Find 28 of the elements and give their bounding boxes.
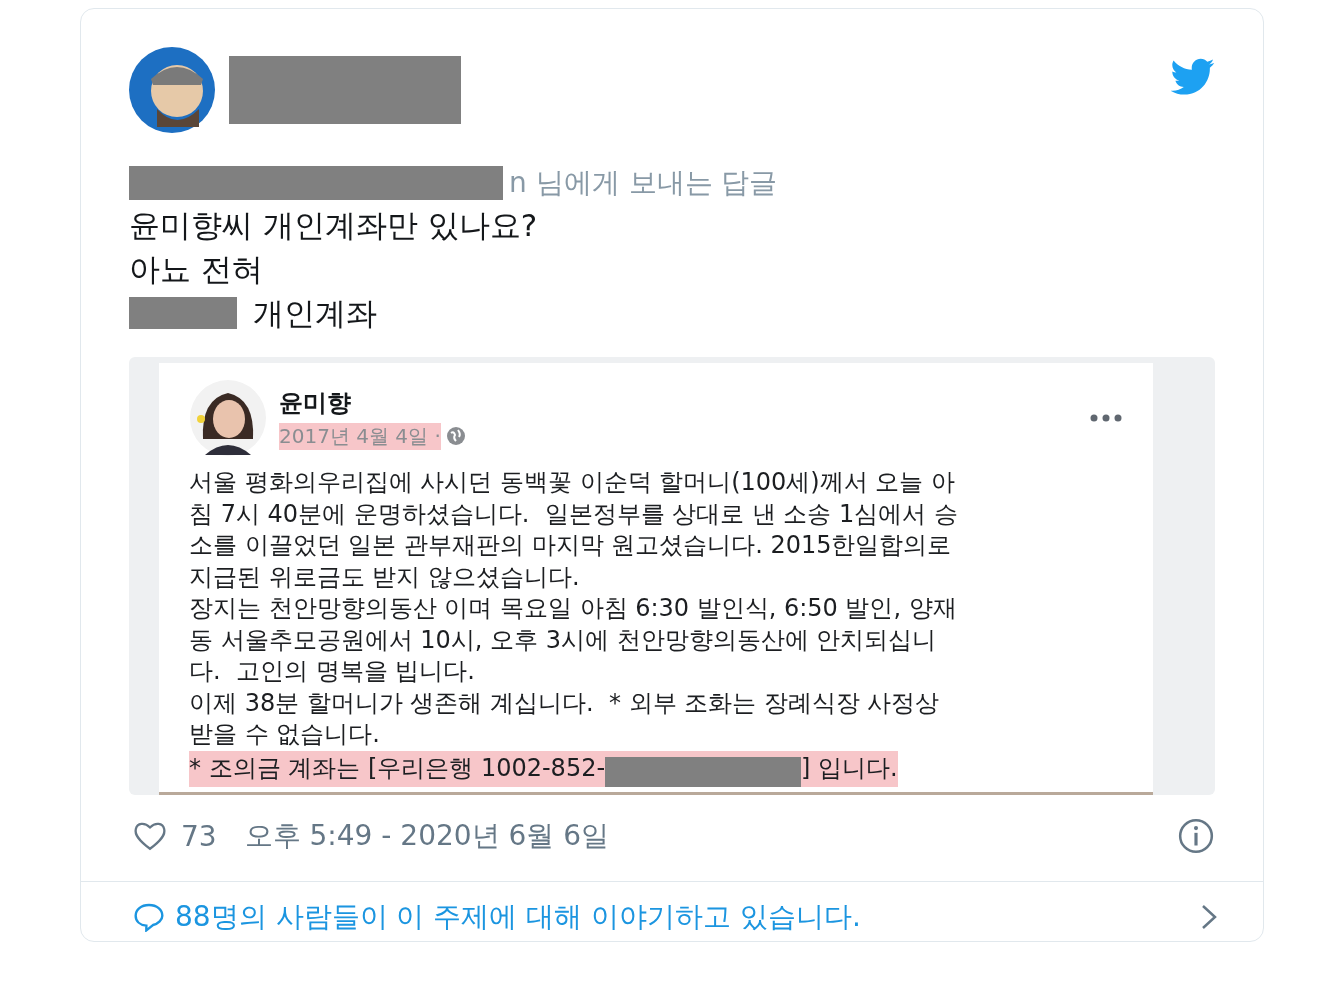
info-icon[interactable] xyxy=(1177,817,1215,855)
tweet-text: 윤미향씨 개인계좌만 있나요? xyxy=(129,206,538,245)
post-date: 2017년 4월 4일 · xyxy=(279,422,441,450)
bird-icon[interactable] xyxy=(1171,57,1215,97)
more-icon xyxy=(1089,413,1123,423)
post-text: 지급된 위로금도 받지 않으셨습니다. xyxy=(189,562,580,591)
conversation-link[interactable]: 88명의 사람들이 이 주제에 대해 이야기하고 있습니다. xyxy=(175,898,861,936)
post-author: 윤미향 xyxy=(279,387,352,419)
reply-context: n 님에게 보내는 답글 xyxy=(509,165,778,201)
post-text: 다. 고인의 명복을 빕니다. xyxy=(189,657,475,685)
post-text: 서울 평화의우리집에 사시던 동백꽃 이순덕 할머니(100세)께서 오늘 아 xyxy=(189,468,955,496)
post-text: 이제 38분 할머니가 생존해 계십니다. * 외부 조화는 장례식장 사정상 xyxy=(189,688,940,717)
heart-icon[interactable] xyxy=(133,820,167,852)
globe-icon xyxy=(444,425,467,447)
timestamp[interactable]: 오후 5:49 - 2020년 6월 6일 xyxy=(244,817,609,855)
avatar-icon[interactable] xyxy=(129,47,215,133)
post-text: 소를 이끌었던 일본 관부재판의 마지막 원고셨습니다. 2015한일합의로 xyxy=(189,531,952,559)
post-text: 침 7시 40분에 운명하셨습니다. 일본정부를 상대로 낸 소송 1심에서 승 xyxy=(189,499,958,528)
post-text: * 조의금 계좌는 [우리은행 1002-852- xyxy=(189,752,606,784)
post-text: 동 서울추모공원에서 10시, 오후 3시에 천안망향의동산에 안치되십니 xyxy=(189,625,937,654)
post-text: ] 입니다. xyxy=(801,752,898,784)
post-text: 받을 수 없습니다. xyxy=(189,720,380,748)
tweet-text: 개인계좌 xyxy=(253,294,377,333)
tweet-text: 아뇨 전혀 xyxy=(129,250,263,289)
avatar-icon xyxy=(189,379,267,457)
post-text: 장지는 천안망향의동산 이며 목요일 아침 6:30 발인식, 6:50 발인, 양재 xyxy=(189,594,957,622)
comment-icon[interactable] xyxy=(133,902,165,932)
like-count: 73 xyxy=(181,819,217,853)
